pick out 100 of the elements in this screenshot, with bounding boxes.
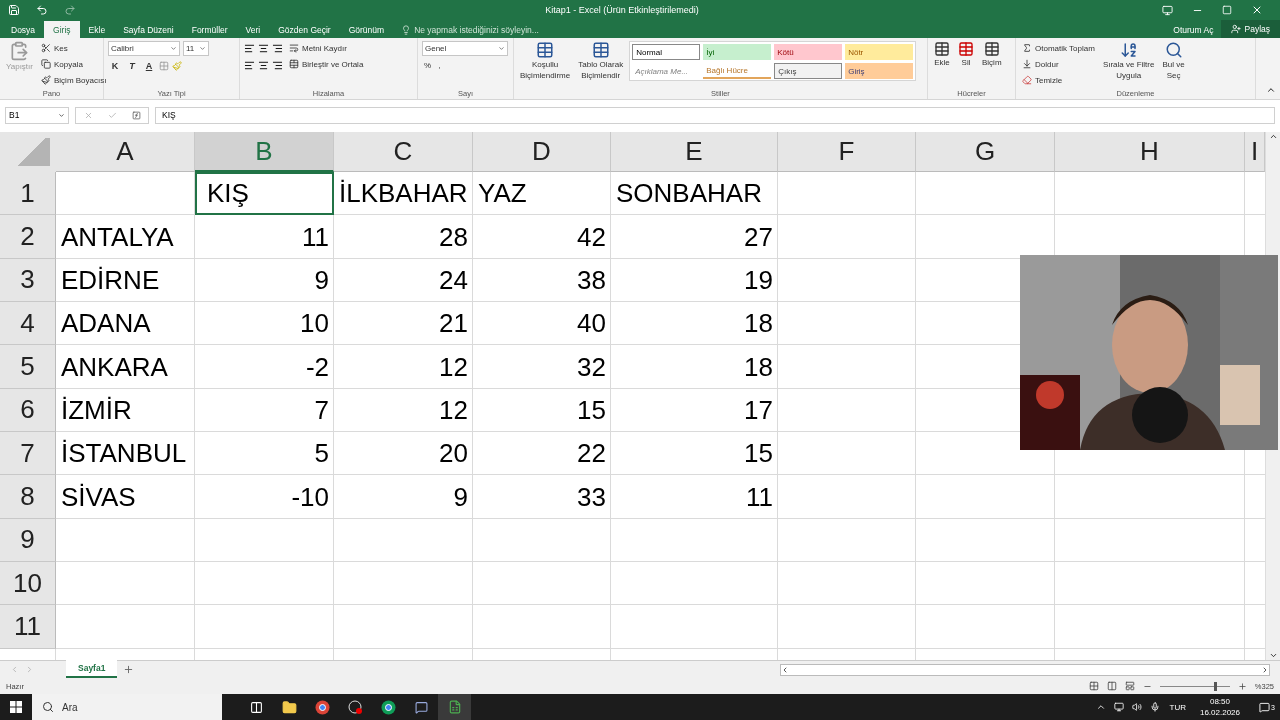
undo-icon[interactable] xyxy=(36,4,48,16)
taskbar-search-field[interactable]: Ara xyxy=(32,694,222,720)
row-header[interactable]: 1 xyxy=(0,172,56,216)
column-header[interactable]: H xyxy=(1055,132,1245,172)
cell-style-option[interactable]: Normal xyxy=(632,44,701,60)
wrap-text-button[interactable]: Metni Kaydır xyxy=(287,41,366,55)
ribbon-tab[interactable]: Giriş xyxy=(44,21,80,38)
redo-icon[interactable] xyxy=(64,4,76,16)
copy-button[interactable]: Kopyala xyxy=(39,57,109,71)
function-icon xyxy=(131,110,141,120)
table-cell-text: 22 xyxy=(576,437,607,471)
microphone-icon xyxy=(1149,702,1160,712)
table-cell-text: 19 xyxy=(743,263,774,297)
sign-in-link[interactable]: Oturum Aç xyxy=(1165,21,1222,38)
format-as-table-button[interactable]: Tablo Olarak Biçimlendir xyxy=(576,41,626,88)
row-header[interactable]: 10 xyxy=(0,562,56,606)
column-header[interactable]: C xyxy=(334,132,473,172)
row-header[interactable]: 11 xyxy=(0,605,56,649)
lightbulb-icon xyxy=(401,24,412,35)
table-cell-text: 5 xyxy=(313,437,330,471)
format-cells-button[interactable]: Biçim xyxy=(980,41,1004,88)
cut-button[interactable]: Kes xyxy=(39,41,109,55)
share-button[interactable]: Paylaş xyxy=(1221,20,1280,38)
window-title: Kitap1 - Excel (Ürün Etkinleştirilemedi) xyxy=(544,5,700,15)
conditional-formatting-button[interactable]: Koşullu Biçimlendirme xyxy=(518,41,573,88)
find-select-button[interactable]: Bul ve Seç xyxy=(1160,41,1187,88)
align-left-icon xyxy=(244,60,255,71)
scroll-down-icon xyxy=(1268,651,1278,660)
scroll-up-icon xyxy=(1268,132,1278,141)
cell-style-option[interactable]: Kötü xyxy=(774,44,843,60)
table-cell-text: 9 xyxy=(452,480,469,514)
ribbon-tab[interactable]: Görünüm xyxy=(339,21,394,38)
ribbon-tab[interactable]: Dosya xyxy=(2,21,45,38)
table-cell-text: YAZ xyxy=(477,177,528,211)
check-icon xyxy=(107,110,117,120)
table-cell-text: 12 xyxy=(438,393,469,427)
column-header[interactable]: A xyxy=(56,132,195,172)
column-header[interactable]: F xyxy=(778,132,916,172)
add-sheet-icon xyxy=(123,664,135,675)
column-header[interactable]: E xyxy=(611,132,778,172)
language-indicator[interactable]: TUR xyxy=(1169,701,1186,713)
merge-center-button[interactable]: Birleştir ve Ortala xyxy=(287,57,366,71)
normal-view-icon xyxy=(1088,681,1099,691)
paintbrush-icon xyxy=(172,60,182,71)
search-icon xyxy=(1164,41,1183,59)
fill-button[interactable]: Doldur xyxy=(1020,57,1097,71)
percent-button[interactable]: % xyxy=(422,58,434,73)
network-icon xyxy=(1113,702,1124,712)
row-header[interactable]: 3 xyxy=(0,258,56,303)
table-cell-text: 12 xyxy=(438,350,469,384)
cell-style-option[interactable]: Giriş xyxy=(845,63,914,79)
ribbon-tab[interactable]: Sayfa Düzeni xyxy=(114,21,183,38)
row-header[interactable]: 6 xyxy=(0,388,56,433)
bold-button[interactable]: K xyxy=(108,58,122,73)
column-header[interactable]: G xyxy=(916,132,1055,172)
delete-cells-button[interactable]: Sil xyxy=(956,41,976,88)
row-header[interactable]: 4 xyxy=(0,302,56,346)
ribbon-tab[interactable]: Ekle xyxy=(79,21,115,38)
cell-style-option[interactable]: Çıkış xyxy=(774,63,843,79)
save-icon[interactable] xyxy=(8,4,20,16)
table-cell-text: 33 xyxy=(576,480,607,514)
row-header[interactable]: 5 xyxy=(0,345,56,389)
align-right-icon xyxy=(272,60,283,71)
ribbon-tab[interactable]: Gözden Geçir xyxy=(269,21,340,38)
sort-filter-button[interactable]: Sırala ve Filtre Uygula xyxy=(1100,41,1157,88)
align-center-icon xyxy=(258,60,269,71)
ribbon-tab[interactable]: Formüller xyxy=(182,21,237,38)
column-header[interactable]: I xyxy=(1245,132,1265,172)
font-size-field[interactable]: 11 xyxy=(183,41,209,56)
cell-style-option[interactable]: Nötr xyxy=(845,44,914,60)
row-header[interactable]: 8 xyxy=(0,475,56,519)
insert-cells-button[interactable]: Ekle xyxy=(932,41,952,88)
table-cell-text: 18 xyxy=(743,350,774,384)
column-header[interactable]: D xyxy=(473,132,611,172)
number-format-field[interactable]: Genel xyxy=(422,41,508,56)
format-painter-button[interactable]: Biçim Boyacısı xyxy=(39,73,109,87)
comma-button[interactable]: , xyxy=(436,58,443,73)
column-header[interactable]: B xyxy=(195,132,334,172)
clear-button[interactable]: Temizle xyxy=(1020,73,1097,87)
formula-field[interactable]: KIŞ xyxy=(155,106,1275,124)
table-cell-text: 38 xyxy=(576,263,607,297)
table-icon xyxy=(934,41,950,57)
table-cell: KIŞ xyxy=(195,172,334,216)
autosum-button[interactable]: Otomatik Toplam xyxy=(1020,41,1097,55)
excel-icon[interactable] xyxy=(438,694,471,720)
row-header[interactable]: 2 xyxy=(0,215,56,259)
name-box[interactable]: B1 xyxy=(5,106,69,124)
underline-button[interactable]: A xyxy=(142,58,156,73)
cell-style-option[interactable]: İyi xyxy=(703,44,772,60)
cancel-icon xyxy=(83,110,93,120)
ribbon-tab[interactable]: Veri xyxy=(236,21,270,38)
table-icon xyxy=(536,41,555,59)
row-header[interactable]: 9 xyxy=(0,518,56,563)
row-header[interactable]: 7 xyxy=(0,432,56,476)
tell-me-field[interactable]: Ne yapmak istediğinizi söyleyin... xyxy=(414,24,539,35)
italic-button[interactable]: T xyxy=(125,58,139,73)
horizontal-scrollbar[interactable] xyxy=(780,663,1270,676)
font-family-field[interactable]: Calibri xyxy=(108,41,180,56)
table-cell-text: İSTANBUL xyxy=(60,437,188,471)
table-cell-text: ANTALYA xyxy=(60,220,175,254)
